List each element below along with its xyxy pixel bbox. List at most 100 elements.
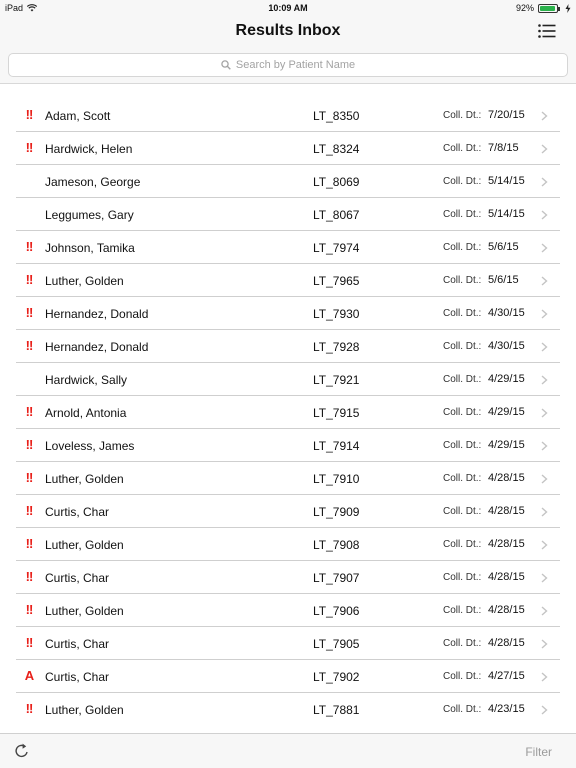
collection-date: 4/30/15	[488, 307, 525, 319]
result-row[interactable]: !! Curtis, Char LT_7907 Coll. Dt.: 4/28/15	[0, 561, 576, 594]
result-row[interactable]: !! Loveless, James LT_7914 Coll. Dt.: 4/29/1…	[0, 429, 576, 462]
result-row[interactable]: !! Luther, Golden LT_7910 Coll. Dt.: 4/28/15	[0, 462, 576, 495]
chevron-right-icon	[541, 210, 548, 220]
chevron-right-icon	[541, 672, 548, 682]
collection-date: 4/29/15	[488, 439, 525, 451]
collection-date-label: Coll. Dt.:	[443, 572, 482, 583]
collection-date: 4/23/15	[488, 703, 525, 715]
patient-name: Curtis, Char	[45, 670, 110, 684]
navigation-bar: Results Inbox	[0, 16, 576, 47]
chevron-right-icon	[541, 507, 548, 517]
collection-date-label: Coll. Dt.:	[443, 638, 482, 649]
collection-date: 4/28/15	[488, 472, 525, 484]
result-row[interactable]: !! Hernandez, Donald LT_7928 Coll. Dt.: 4/30…	[0, 330, 576, 363]
collection-date: 4/28/15	[488, 571, 525, 583]
chevron-right-icon	[541, 573, 548, 583]
collection-date: 7/8/15	[488, 142, 519, 154]
result-row[interactable]: !! Curtis, Char LT_7909 Coll. Dt.: 4/28/15	[0, 495, 576, 528]
collection-date-label: Coll. Dt.:	[443, 440, 482, 451]
result-row[interactable]: !! Adam, Scott LT_8350 Coll. Dt.: 7/20/15	[0, 99, 576, 132]
result-row[interactable]: !! Luther, Golden LT_7881 Coll. Dt.: 4/23/15	[0, 693, 576, 726]
critical-flag: !!	[25, 338, 34, 353]
critical-flag: !!	[25, 404, 34, 419]
critical-flag: !!	[25, 107, 34, 122]
critical-flag: !!	[25, 503, 34, 518]
chevron-right-icon	[541, 441, 548, 451]
result-id: LT_7930	[313, 307, 360, 321]
collection-date-label: Coll. Dt.:	[443, 143, 482, 154]
result-row[interactable]: !! Arnold, Antonia LT_7915 Coll. Dt.: 4/29/1…	[0, 396, 576, 429]
result-row[interactable]: !! Luther, Golden LT_7906 Coll. Dt.: 4/28/15	[0, 594, 576, 627]
patient-name: Hardwick, Helen	[45, 142, 133, 156]
patient-name: Hernandez, Donald	[45, 307, 149, 321]
patient-name: Luther, Golden	[45, 703, 124, 717]
result-id: LT_7974	[313, 241, 360, 255]
result-row[interactable]: !! Hardwick, Helen LT_8324 Coll. Dt.: 7/8/15	[0, 132, 576, 165]
result-row[interactable]: Hardwick, Sally LT_7921 Coll. Dt.: 4/29/15	[0, 363, 576, 396]
result-id: LT_7905	[313, 637, 360, 651]
result-id: LT_8324	[313, 142, 360, 156]
critical-flag: !!	[25, 569, 34, 584]
patient-name: Leggumes, Gary	[45, 208, 134, 222]
critical-flag: !!	[25, 305, 34, 320]
collection-date: 4/30/15	[488, 340, 525, 352]
patient-name: Loveless, James	[45, 439, 135, 453]
critical-flag: !!	[25, 536, 34, 551]
status-bar: iPad 10:09 AM 92%	[0, 0, 576, 16]
chevron-right-icon	[541, 144, 548, 154]
patient-name: Johnson, Tamika	[45, 241, 135, 255]
collection-date-label: Coll. Dt.:	[443, 704, 482, 715]
chevron-right-icon	[541, 705, 548, 715]
result-id: LT_8069	[313, 175, 360, 189]
critical-flag: !!	[25, 635, 34, 650]
chevron-right-icon	[541, 540, 548, 550]
collection-date: 4/28/15	[488, 604, 525, 616]
result-row[interactable]: !! Curtis, Char LT_7905 Coll. Dt.: 4/28/15	[0, 627, 576, 660]
refresh-icon[interactable]	[13, 742, 31, 760]
result-row[interactable]: !! Luther, Golden LT_7908 Coll. Dt.: 4/28/15	[0, 528, 576, 561]
critical-flag: !!	[25, 140, 34, 155]
collection-date: 4/28/15	[488, 538, 525, 550]
chevron-right-icon	[541, 342, 548, 352]
result-id: LT_7914	[313, 439, 360, 453]
patient-name: Luther, Golden	[45, 472, 124, 486]
results-list: !! Adam, Scott LT_8350 Coll. Dt.: 7/20/15!! H…	[0, 99, 576, 726]
filter-button[interactable]: Filter	[525, 745, 552, 759]
chevron-right-icon	[541, 375, 548, 385]
chevron-right-icon	[541, 639, 548, 649]
critical-flag: !!	[25, 272, 34, 287]
result-id: LT_7965	[313, 274, 360, 288]
collection-date-label: Coll. Dt.:	[443, 308, 482, 319]
collection-date-label: Coll. Dt.:	[443, 671, 482, 682]
chevron-right-icon	[541, 309, 548, 319]
collection-date-label: Coll. Dt.:	[443, 473, 482, 484]
result-id: LT_7881	[313, 703, 360, 717]
result-row[interactable]: !! Johnson, Tamika LT_7974 Coll. Dt.: 5/6/15	[0, 231, 576, 264]
result-row[interactable]: Jameson, George LT_8069 Coll. Dt.: 5/14/15	[0, 165, 576, 198]
search-bar: Search by Patient Name	[0, 47, 576, 84]
chevron-right-icon	[541, 243, 548, 253]
critical-flag: !!	[25, 239, 34, 254]
search-placeholder: Search by Patient Name	[235, 59, 356, 71]
collection-date: 5/14/15	[488, 208, 525, 220]
battery-level	[540, 5, 555, 11]
critical-flag: !!	[25, 701, 34, 716]
patient-name: Arnold, Antonia	[45, 406, 127, 420]
collection-date: 4/29/15	[488, 373, 525, 385]
result-row[interactable]: !! Luther, Golden LT_7965 Coll. Dt.: 5/6/15	[0, 264, 576, 297]
result-row[interactable]: Leggumes, Gary LT_8067 Coll. Dt.: 5/14/15	[0, 198, 576, 231]
battery-percent: 92%	[515, 3, 534, 13]
collection-date: 4/28/15	[488, 505, 525, 517]
result-id: LT_7907	[313, 571, 360, 585]
collection-date-label: Coll. Dt.:	[443, 209, 482, 220]
search-input[interactable]: Search by Patient Name	[8, 53, 568, 77]
collection-date-label: Coll. Dt.:	[443, 242, 482, 253]
patient-name: Curtis, Char	[45, 505, 110, 519]
list-menu-icon[interactable]	[538, 24, 556, 38]
result-row[interactable]: !! Hernandez, Donald LT_7930 Coll. Dt.: 4/30…	[0, 297, 576, 330]
collection-date-label: Coll. Dt.:	[443, 341, 482, 352]
result-id: LT_7915	[313, 406, 360, 420]
collection-date-label: Coll. Dt.:	[443, 275, 482, 286]
result-row[interactable]: A Curtis, Char LT_7902 Coll. Dt.: 4/27/15	[0, 660, 576, 693]
collection-date: 5/6/15	[488, 241, 519, 253]
